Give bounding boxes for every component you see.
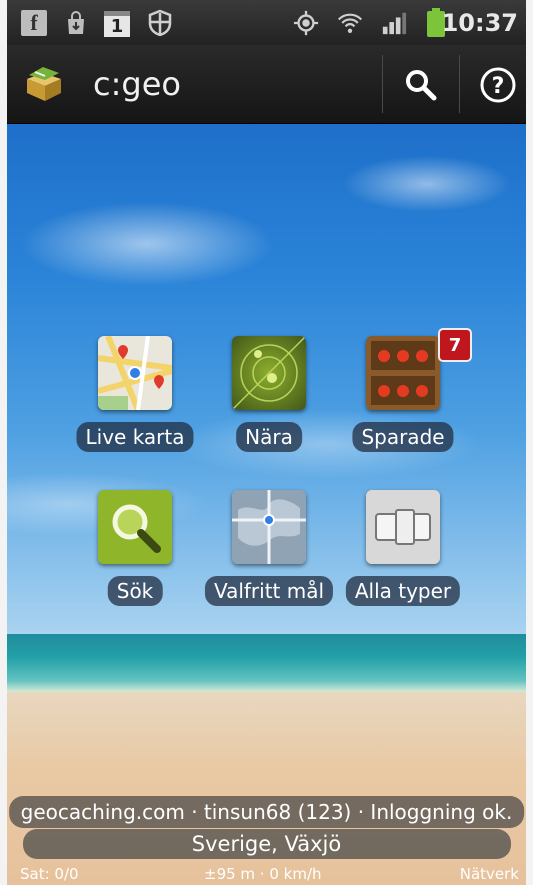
live-map-tile[interactable]: Live karta bbox=[60, 336, 210, 466]
stored-label: Sparade bbox=[352, 422, 454, 452]
search-label: Sök bbox=[107, 576, 163, 606]
login-status: geocaching.com · tinsun68 (123) · Inlogg… bbox=[8, 796, 525, 828]
divider bbox=[382, 55, 383, 113]
nearby-tile[interactable]: Nära bbox=[194, 336, 344, 466]
help-button[interactable]: ? bbox=[472, 59, 524, 111]
location-status: Sverige, Växjö bbox=[22, 829, 511, 859]
app-title: c:geo bbox=[93, 65, 181, 103]
stored-tile[interactable]: 7 Sparade bbox=[328, 328, 478, 466]
divider bbox=[459, 55, 460, 113]
gps-status-bar: Sat: 0/0 ±95 m · 0 km/h Nätverk bbox=[7, 862, 526, 885]
globe-target-icon bbox=[232, 490, 306, 564]
device-frame: f 1 10:37 c:geo ? Live karta Nära 7 Spar… bbox=[0, 0, 533, 885]
any-destination-tile[interactable]: Valfritt mål bbox=[194, 490, 344, 620]
action-bar: c:geo ? bbox=[7, 45, 526, 124]
any-destination-label: Valfritt mål bbox=[204, 576, 334, 606]
shield-icon bbox=[147, 9, 173, 37]
status-bar: f 1 10:37 bbox=[7, 0, 526, 45]
screen: f 1 10:37 c:geo ? Live karta Nära 7 Spar… bbox=[7, 0, 526, 885]
radar-icon bbox=[232, 336, 306, 410]
map-icon bbox=[98, 336, 172, 410]
help-icon: ? bbox=[480, 67, 516, 103]
all-types-label: Alla typer bbox=[345, 576, 461, 606]
facebook-icon: f bbox=[21, 10, 47, 36]
gps-icon bbox=[293, 10, 319, 36]
magnifier-icon bbox=[98, 490, 172, 564]
satellite-count: Sat: 0/0 bbox=[20, 865, 79, 883]
stored-caches-icon bbox=[366, 336, 440, 410]
search-icon bbox=[406, 70, 437, 101]
wifi-icon bbox=[337, 10, 363, 36]
nearby-label: Nära bbox=[236, 422, 302, 452]
signal-icon bbox=[381, 10, 407, 36]
clock: 10:37 bbox=[441, 9, 518, 37]
accuracy-speed: ±95 m · 0 km/h bbox=[204, 865, 322, 883]
live-map-label: Live karta bbox=[76, 422, 194, 452]
calendar-icon: 1 bbox=[104, 11, 130, 37]
search-button[interactable] bbox=[395, 59, 447, 111]
shopping-bag-icon bbox=[63, 10, 89, 36]
all-types-tile[interactable]: Alla typer bbox=[328, 490, 478, 620]
svg-text:?: ? bbox=[492, 74, 505, 99]
location-provider: Nätverk bbox=[459, 865, 519, 883]
filter-switch-icon bbox=[366, 490, 440, 564]
search-tile[interactable]: Sök bbox=[60, 490, 210, 620]
wallpaper-sea bbox=[7, 634, 526, 692]
cgeo-logo-icon[interactable] bbox=[25, 65, 63, 103]
stored-count-badge: 7 bbox=[438, 328, 472, 362]
